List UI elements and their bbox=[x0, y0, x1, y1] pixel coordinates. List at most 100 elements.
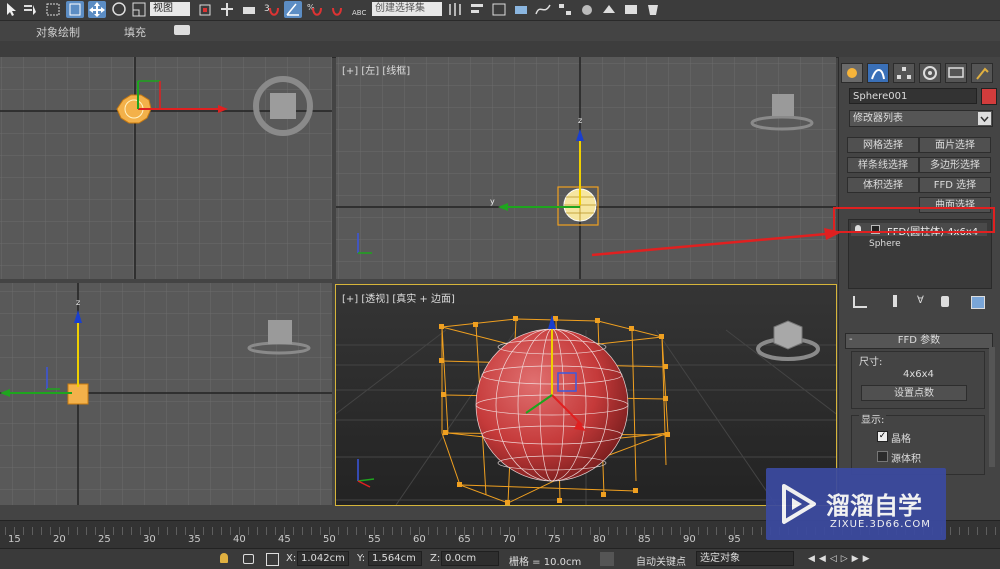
ffd-select-button[interactable]: FFD 选择 bbox=[919, 177, 991, 193]
lattice-checkbox[interactable]: ✓ bbox=[877, 431, 888, 442]
schematic-view-icon[interactable] bbox=[556, 1, 574, 18]
material-editor-icon[interactable] bbox=[578, 1, 596, 18]
viewport-perspective-scene bbox=[336, 285, 836, 505]
lightbulb-status-icon[interactable] bbox=[220, 553, 228, 563]
selection-lock-icon[interactable] bbox=[243, 554, 254, 564]
viewport-perspective[interactable]: [+] [透视] [真实 + 边面] bbox=[335, 284, 837, 506]
select-by-name-icon[interactable] bbox=[22, 1, 40, 18]
play-logo-icon bbox=[782, 484, 816, 524]
render-setup-icon[interactable] bbox=[600, 1, 618, 18]
tick-90: 90 bbox=[683, 534, 696, 545]
annotation-arrow bbox=[591, 228, 842, 257]
utilities-tab-icon[interactable] bbox=[971, 63, 993, 83]
modifier-list-label: 修改器列表 bbox=[853, 113, 903, 124]
watermark-title: 溜溜自学 bbox=[826, 492, 922, 520]
patch-select-button[interactable]: 面片选择 bbox=[919, 137, 991, 153]
snaps-toggle-icon[interactable]: 3 bbox=[262, 1, 280, 18]
chevron-down-icon[interactable] bbox=[978, 112, 991, 125]
rotate-icon[interactable] bbox=[110, 1, 128, 18]
z-coordinate-field[interactable]: 0.0cm bbox=[441, 551, 499, 566]
percent-snap-icon[interactable]: % bbox=[306, 1, 324, 18]
svg-text:3: 3 bbox=[264, 4, 270, 14]
tick-70: 70 bbox=[503, 534, 516, 545]
align-icon[interactable] bbox=[468, 1, 486, 18]
window-crossing-icon[interactable] bbox=[66, 1, 84, 18]
key-filter-dropdown[interactable]: 选定对象 bbox=[696, 551, 794, 566]
viewport-top[interactable] bbox=[0, 57, 332, 279]
motion-tab-icon[interactable] bbox=[919, 63, 941, 83]
layer-manager-icon[interactable] bbox=[490, 1, 508, 18]
status-bar: X: 1.042cm Y: 1.564cm Z: 0.0cm 栅格 = 10.0… bbox=[0, 548, 1000, 569]
object-name-field[interactable]: Sphere001 bbox=[849, 88, 977, 104]
tick-30: 30 bbox=[143, 534, 156, 545]
stack-toolbar: ∀ bbox=[849, 295, 993, 309]
panel-scrollbar[interactable] bbox=[989, 347, 995, 467]
x-coordinate-field[interactable]: 1.042cm bbox=[297, 551, 349, 566]
ribbon-toggle-icon[interactable] bbox=[174, 25, 190, 35]
reference-coordinate-dropdown[interactable]: 视图 bbox=[150, 2, 190, 16]
edit-named-selection-icon[interactable]: ABC bbox=[350, 1, 368, 18]
viewport-top-grid bbox=[0, 57, 332, 279]
source-volume-checkbox[interactable] bbox=[877, 451, 888, 462]
tick-60: 60 bbox=[413, 534, 426, 545]
viewport-perspective-label[interactable]: [+] [透视] [真实 + 边面] bbox=[342, 290, 455, 305]
source-volume-label: 源体积 bbox=[891, 454, 921, 465]
select-manipulate-icon[interactable] bbox=[218, 1, 236, 18]
tick-15: 15 bbox=[8, 534, 21, 545]
named-selection-dropdown[interactable]: 创建选择集 bbox=[372, 2, 442, 16]
ribbon-tab-populate[interactable]: 填充 bbox=[124, 24, 146, 40]
move-icon[interactable] bbox=[88, 1, 106, 18]
scale-icon[interactable] bbox=[130, 1, 148, 18]
set-points-button[interactable]: 设置点数 bbox=[861, 385, 967, 401]
viewport-left-label[interactable]: [+] [左] [线框] bbox=[342, 62, 410, 77]
y-coordinate-field[interactable]: 1.564cm bbox=[368, 551, 422, 566]
angle-snap-icon[interactable] bbox=[284, 1, 302, 18]
tick-20: 20 bbox=[53, 534, 66, 545]
svg-text:z: z bbox=[76, 298, 80, 307]
viewport-front[interactable]: z bbox=[0, 283, 332, 505]
ribbon-tab-object-paint[interactable]: 对象绘制 bbox=[36, 24, 80, 40]
display-tab-icon[interactable] bbox=[945, 63, 967, 83]
modify-tab-icon[interactable] bbox=[867, 63, 889, 83]
auto-key-button[interactable]: 自动关键点 bbox=[636, 553, 686, 568]
tick-40: 40 bbox=[233, 534, 246, 545]
tick-35: 35 bbox=[188, 534, 201, 545]
absolute-mode-icon[interactable] bbox=[266, 553, 279, 566]
mesh-select-button[interactable]: 网格选择 bbox=[847, 137, 919, 153]
pin-stack-icon[interactable] bbox=[853, 296, 867, 308]
highlight-box bbox=[833, 207, 995, 233]
main-toolbar: 视图 3 % ABC 创建选择集 bbox=[0, 0, 1000, 21]
stack-item-base[interactable]: Sphere bbox=[869, 239, 901, 249]
spline-select-button[interactable]: 样条线选择 bbox=[847, 157, 919, 173]
rollout-ffd-params[interactable]: FFD 参数 bbox=[845, 333, 993, 349]
tick-85: 85 bbox=[638, 534, 651, 545]
watermark-url: ZIXUE.3D66.COM bbox=[830, 519, 931, 530]
modifier-list-dropdown[interactable]: 修改器列表 bbox=[849, 110, 993, 127]
pivot-center-icon[interactable] bbox=[196, 1, 214, 18]
rollout-collapse-icon[interactable]: - bbox=[849, 334, 853, 345]
region-select-icon[interactable] bbox=[44, 1, 62, 18]
grid-spacing: 栅格 = 10.0cm bbox=[509, 557, 582, 568]
playback-controls[interactable]: ◀◀◁▷▶▶ bbox=[808, 554, 874, 564]
make-unique-icon[interactable]: ∀ bbox=[917, 295, 924, 306]
curve-editor-icon[interactable] bbox=[534, 1, 552, 18]
hierarchy-tab-icon[interactable] bbox=[893, 63, 915, 83]
x-label: X: bbox=[286, 553, 297, 564]
render-production-icon[interactable] bbox=[644, 1, 662, 18]
mirror-icon[interactable] bbox=[446, 1, 464, 18]
create-tab-icon[interactable] bbox=[841, 63, 863, 83]
keyboard-shortcut-icon[interactable] bbox=[240, 1, 258, 18]
poly-select-button[interactable]: 多边形选择 bbox=[919, 157, 991, 173]
ribbon-panel-strip bbox=[0, 41, 1000, 58]
render-frame-icon[interactable] bbox=[622, 1, 640, 18]
graphite-tools-icon[interactable] bbox=[512, 1, 530, 18]
remove-modifier-icon[interactable] bbox=[941, 296, 949, 307]
show-end-result-icon[interactable] bbox=[893, 295, 897, 307]
object-color-swatch[interactable] bbox=[981, 88, 997, 105]
select-object-icon[interactable] bbox=[2, 1, 20, 18]
volume-select-button[interactable]: 体积选择 bbox=[847, 177, 919, 193]
svg-text:z: z bbox=[578, 116, 582, 125]
configure-sets-icon[interactable] bbox=[971, 296, 985, 309]
add-time-tag-icon[interactable] bbox=[600, 552, 614, 566]
spinner-snap-icon[interactable] bbox=[328, 1, 346, 18]
